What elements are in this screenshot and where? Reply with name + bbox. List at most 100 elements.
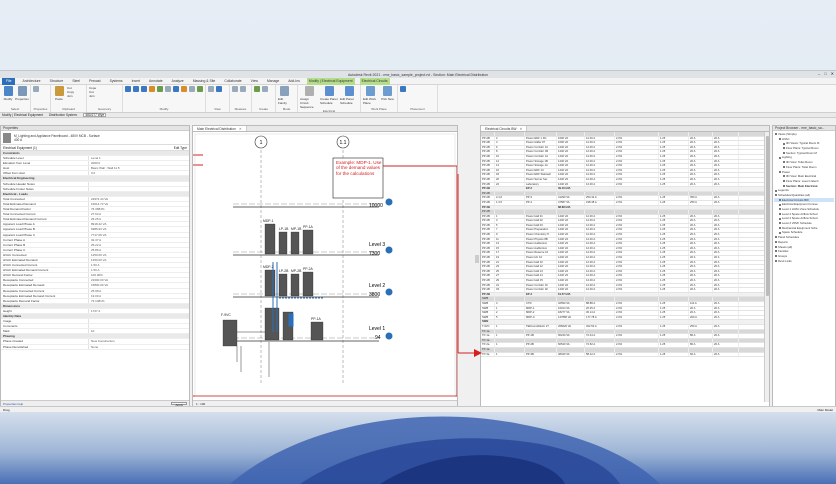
modify-button[interactable]: Modify [2,86,14,101]
expand-toggle-icon[interactable] [775,236,777,239]
expand-toggle-icon[interactable] [775,245,777,248]
expand-toggle-icon[interactable] [783,175,785,178]
property-value[interactable] [89,182,189,186]
tab-collaborate[interactable]: Collaborate [222,79,243,83]
paste-button[interactable]: Paste [53,86,65,101]
expand-toggle-icon[interactable] [775,194,777,197]
join-button[interactable]: Join [67,94,74,98]
property-value[interactable] [89,319,189,323]
expand-toggle-icon[interactable] [779,203,781,206]
type-properties-icon[interactable] [33,86,39,92]
expand-toggle-icon[interactable] [779,222,781,225]
geometry-join-button[interactable]: Join [89,94,120,98]
expand-toggle-icon[interactable] [779,198,781,201]
property-value[interactable]: 2000.0 [89,161,189,165]
apply-button[interactable]: Apply [171,402,187,406]
expand-toggle-icon[interactable] [783,180,785,183]
scrollbar-thumb[interactable] [766,136,769,296]
property-value[interactable]: 25.22 A [89,243,189,247]
property-value[interactable]: 27.63 A [89,212,189,216]
override-icon[interactable] [216,86,222,92]
expand-toggle-icon[interactable] [779,156,781,159]
expand-toggle-icon[interactable] [783,184,785,187]
properties-button[interactable]: Properties [15,86,29,101]
copy-icon[interactable] [133,86,139,92]
property-value[interactable]: 10 [89,329,189,333]
create-panel-schedule-button[interactable]: Create Panel Schedule [320,86,338,109]
drawing-canvas[interactable]: 1 1.1 10000 Level 3 7300 Level 2 3800 Le… [193,132,457,402]
expand-toggle-icon[interactable] [775,259,777,262]
tab-manage[interactable]: Manage [265,79,281,83]
browser-item[interactable]: Revit Links [774,259,834,264]
file-tab[interactable]: File [2,77,16,85]
create-similar-icon[interactable] [262,86,268,92]
expand-toggle-icon[interactable] [779,212,781,215]
schedule-row[interactable]: TP-3a 1 PP-3B 48340 VA 58.12 A 2.0% 1.25 60 A 20… [481,352,765,358]
hide-icon[interactable] [208,86,214,92]
distribution-system-select[interactable]: 480/277 Wye [83,113,107,117]
property-value[interactable]: 22972.44 VA [89,197,189,201]
property-value[interactable]: 8918.42 VA [89,222,189,226]
edit-type-button[interactable]: Edit Type [174,146,187,150]
property-value[interactable]: 1.50 A [89,263,189,267]
property-value[interactable]: 25.86 A [89,248,189,252]
property-value[interactable]: 1250.00 VA [89,258,189,262]
expand-toggle-icon[interactable] [775,241,777,244]
property-value[interactable]: 76.3684% [89,207,189,211]
tab-insert[interactable]: Insert [130,79,142,83]
expand-toggle-icon[interactable] [783,147,785,150]
property-value[interactable]: 26.25 A [89,217,189,221]
schedule-scrollbar[interactable] [764,132,769,402]
minimize-button[interactable]: – [818,71,820,76]
tab-view[interactable]: View [249,79,260,83]
tab-massing-site[interactable]: Massing & Site [191,79,218,83]
tab-annotate[interactable]: Annotate [147,79,165,83]
tab-context-electrical-circuits[interactable]: Electrical Circuits [359,77,390,85]
expand-toggle-icon[interactable] [783,152,785,155]
expand-toggle-icon[interactable] [783,142,785,145]
tab-electrical-circuits-bw[interactable]: Electrical Circuits BW ✕ [481,126,528,131]
expand-toggle-icon[interactable] [775,133,777,136]
close-button[interactable]: ✕ [831,71,834,76]
property-value[interactable]: None [89,345,189,349]
expand-toggle-icon[interactable] [779,217,781,220]
property-value[interactable]: 19.00 A [89,294,189,298]
property-value[interactable]: New Construction [89,339,189,343]
property-value[interactable]: 21600.00 VA [89,278,189,282]
assign-circuit-sequence-button[interactable]: Assign Circuit Sequence [300,86,318,109]
tab-add-ins[interactable]: Add-Ins [286,79,302,83]
property-value[interactable]: 15800.00 VA [89,283,189,287]
property-value[interactable]: Basic Wall : Wall 11.5 [89,166,189,170]
offset-icon[interactable] [197,86,203,92]
property-value[interactable]: 100.00% [89,273,189,277]
tab-analyze[interactable]: Analyze [170,79,186,83]
split-icon[interactable] [189,86,195,92]
property-value[interactable] [89,187,189,191]
tab-systems[interactable]: Systems [108,79,125,83]
move-icon[interactable] [125,86,131,92]
tab-main-electrical-distribution[interactable]: Main Electrical Distribution ✕ [193,126,247,131]
property-value[interactable]: 1250.00 VA [89,253,189,257]
expand-toggle-icon[interactable] [783,161,785,164]
property-value[interactable]: 32.37 A [89,238,189,242]
edit-panel-schedule-button[interactable]: Edit Panel Schedule [340,86,358,109]
scale-icon[interactable] [165,86,171,92]
instance-filter-select[interactable]: Electrical Equipment (1) [3,146,37,150]
pick-new-button[interactable]: Pick New [380,86,395,105]
property-value[interactable]: 73.1481% [89,299,189,303]
tab-architecture[interactable]: Architecture [20,79,42,83]
type-selector[interactable]: M_Lighting and Appliance Panelboard - 48… [1,131,189,145]
property-value[interactable] [89,324,189,328]
expand-toggle-icon[interactable] [775,189,777,192]
tab-steel[interactable]: Steel [70,79,82,83]
expand-toggle-icon[interactable] [783,166,785,169]
mirror-icon[interactable] [149,86,155,92]
maximize-button[interactable]: □ [824,71,826,76]
measure-icon[interactable] [232,86,238,92]
property-value[interactable]: 6986.93 VA [89,227,189,231]
create-group-icon[interactable] [254,86,260,92]
trim-icon[interactable] [181,86,187,92]
property-value[interactable]: 25.98 A [89,289,189,293]
edit-work-plane-button[interactable]: Edit Work Plane [363,86,378,105]
property-value[interactable]: Level 1 [89,156,189,160]
